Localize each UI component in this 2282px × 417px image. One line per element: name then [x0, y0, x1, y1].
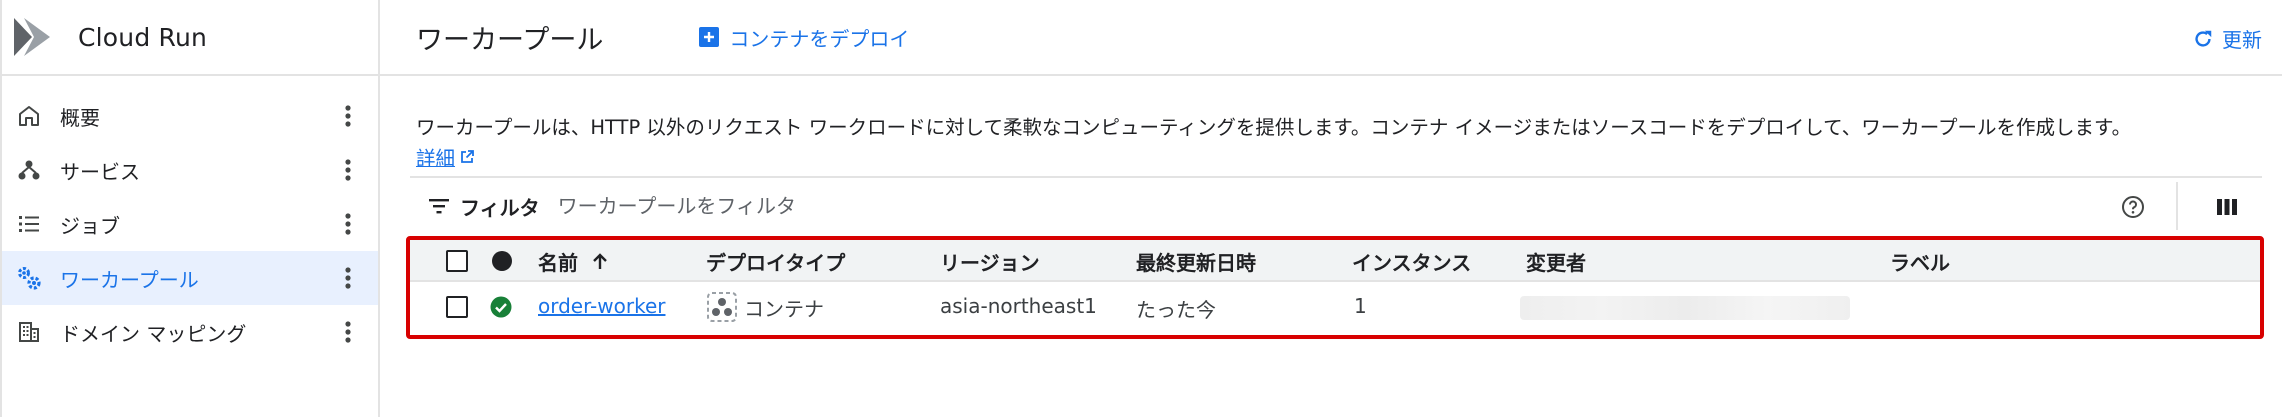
learn-more-label: 詳細	[416, 147, 456, 170]
sidebar-item-label: ジョブ	[60, 213, 120, 238]
refresh-label: 更新	[2222, 28, 2262, 52]
building-icon	[16, 319, 42, 345]
column-display-icon[interactable]	[2212, 192, 2242, 222]
toolbar-divider	[2176, 182, 2178, 230]
page-description: ワーカープールは、HTTP 以外のリクエスト ワークロードに対して柔軟なコンピュ…	[416, 116, 2132, 139]
deploy-container-button[interactable]: コンテナをデプロイ	[699, 23, 909, 52]
more-vert-icon[interactable]	[334, 102, 362, 130]
refresh-button[interactable]: 更新	[2192, 24, 2262, 53]
add-box-icon	[699, 27, 720, 47]
sidebar-item-jobs[interactable]: ジョブ	[2, 197, 378, 251]
more-vert-icon[interactable]	[334, 318, 362, 346]
help-icon[interactable]	[2118, 192, 2148, 222]
sidebar: Cloud Run 概要 サービス ジョブ ワーカープール ドメイン マッピング	[0, 0, 380, 417]
services-icon	[16, 157, 42, 183]
page-header: ワーカープール コンテナをデプロイ 更新	[380, 0, 2282, 76]
filter-list-icon[interactable]	[428, 194, 452, 218]
sidebar-item-label: サービス	[60, 159, 140, 184]
filter-bar: フィルタ	[410, 176, 2262, 234]
home-icon	[16, 103, 42, 129]
cloud-run-logo-icon[interactable]	[10, 14, 56, 60]
more-vert-icon[interactable]	[334, 210, 362, 238]
more-vert-icon[interactable]	[334, 264, 362, 292]
filter-input[interactable]	[557, 194, 1158, 218]
more-vert-icon[interactable]	[334, 156, 362, 184]
filter-label: フィルタ	[460, 195, 540, 220]
learn-more-link[interactable]: 詳細	[416, 142, 475, 171]
gears-icon	[16, 265, 42, 291]
sidebar-item-services[interactable]: サービス	[2, 143, 378, 197]
list-icon	[16, 211, 42, 237]
highlight-box	[406, 236, 2264, 339]
sidebar-item-worker-pools[interactable]: ワーカープール	[2, 251, 378, 305]
sidebar-item-overview[interactable]: 概要	[2, 89, 378, 143]
sidebar-item-label: 概要	[60, 105, 100, 130]
main-content: ワーカープール コンテナをデプロイ 更新 ワーカープールは、HTTP 以外のリク…	[380, 0, 2282, 417]
sidebar-item-label: ワーカープール	[60, 267, 199, 292]
open-in-new-icon	[461, 149, 474, 163]
sidebar-nav: 概要 サービス ジョブ ワーカープール ドメイン マッピング	[2, 76, 378, 359]
deploy-container-label: コンテナをデプロイ	[729, 26, 910, 51]
sidebar-item-domain-mappings[interactable]: ドメイン マッピング	[2, 305, 378, 359]
page-title: ワーカープール	[416, 24, 604, 56]
product-name: Cloud Run	[78, 22, 208, 52]
sidebar-header: Cloud Run	[2, 0, 378, 76]
sidebar-item-label: ドメイン マッピング	[60, 321, 247, 346]
refresh-icon	[2195, 30, 2212, 47]
